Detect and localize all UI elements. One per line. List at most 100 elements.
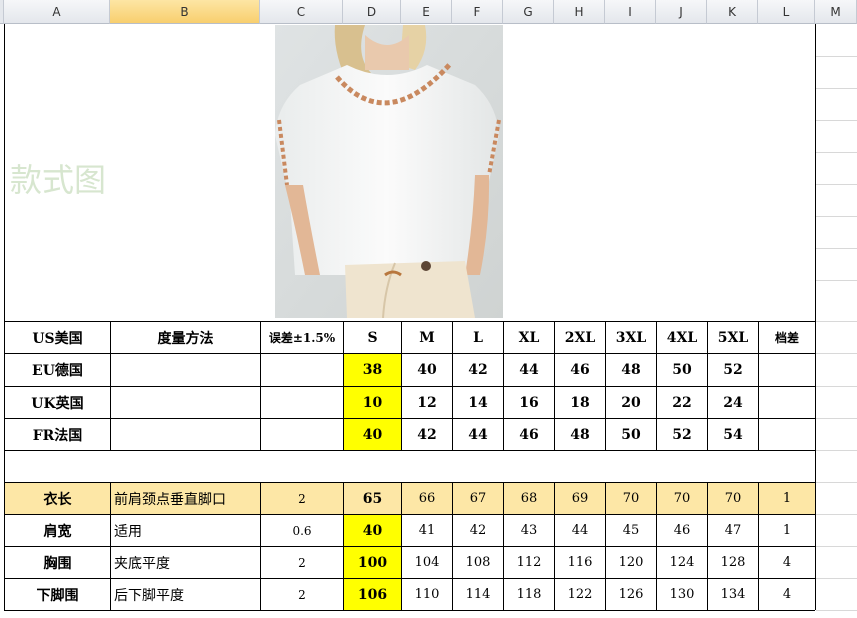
size-header-grade[interactable]: 档差	[759, 322, 815, 353]
size-row-value[interactable]: 22	[657, 387, 707, 418]
measure-value[interactable]: 40	[344, 515, 401, 546]
size-row-grade[interactable]	[759, 419, 815, 450]
column-header-k[interactable]: K	[707, 0, 758, 24]
column-header-f[interactable]: F	[452, 0, 503, 24]
size-row-method[interactable]	[111, 419, 260, 450]
measure-value[interactable]: 70	[657, 483, 707, 514]
measure-value[interactable]: 45	[606, 515, 656, 546]
measure-value[interactable]: 114	[453, 579, 503, 610]
size-header-m[interactable]: M	[402, 322, 452, 353]
size-row-value[interactable]: 14	[453, 387, 503, 418]
size-row-value[interactable]: 48	[606, 354, 656, 386]
column-header-l[interactable]: L	[758, 0, 815, 24]
measure-name[interactable]: 肩宽	[5, 515, 110, 546]
column-header-j[interactable]: J	[656, 0, 707, 24]
measure-value[interactable]: 110	[402, 579, 452, 610]
measure-value[interactable]: 118	[504, 579, 554, 610]
size-row-value[interactable]: 38	[344, 354, 401, 386]
measure-value[interactable]: 128	[708, 547, 758, 578]
size-row-method[interactable]	[111, 387, 260, 418]
size-row-value[interactable]: 46	[504, 419, 554, 450]
spreadsheet[interactable]: ABCDEFGHIJKLM US美国 度量方法 误差±1.5% S M L XL 2XL 3XL…	[0, 0, 857, 618]
size-row-region[interactable]: FR法国	[5, 419, 110, 450]
size-header-5xl[interactable]: 5XL	[708, 322, 758, 353]
size-header-4xl[interactable]: 4XL	[657, 322, 707, 353]
measure-value[interactable]: 67	[453, 483, 503, 514]
size-header-method[interactable]: 度量方法	[111, 322, 260, 353]
measure-value[interactable]: 134	[708, 579, 758, 610]
measure-value[interactable]: 112	[504, 547, 554, 578]
measure-value[interactable]: 44	[555, 515, 605, 546]
measure-name[interactable]: 衣长	[5, 483, 110, 514]
size-row-tolerance[interactable]	[261, 419, 343, 450]
size-header-l[interactable]: L	[453, 322, 503, 353]
column-header-a[interactable]: A	[4, 0, 110, 24]
size-row-grade[interactable]	[759, 354, 815, 386]
size-row-method[interactable]	[111, 354, 260, 386]
size-header-s[interactable]: S	[344, 322, 401, 353]
size-row-value[interactable]: 42	[402, 419, 452, 450]
size-row-tolerance[interactable]	[261, 387, 343, 418]
column-header-h[interactable]: H	[554, 0, 605, 24]
size-header-tolerance[interactable]: 误差±1.5%	[261, 322, 343, 353]
product-photo[interactable]	[275, 25, 503, 318]
measure-tolerance[interactable]: 2	[261, 579, 343, 610]
size-row-value[interactable]: 54	[708, 419, 758, 450]
size-row-value[interactable]: 50	[606, 419, 656, 450]
measure-grade[interactable]: 1	[759, 483, 815, 514]
size-row-region[interactable]: UK英国	[5, 387, 110, 418]
column-header-c[interactable]: C	[260, 0, 343, 24]
size-row-value[interactable]: 12	[402, 387, 452, 418]
column-header-b[interactable]: B	[110, 0, 260, 24]
measure-value[interactable]: 42	[453, 515, 503, 546]
measure-tolerance[interactable]: 0.6	[261, 515, 343, 546]
size-header-xl[interactable]: XL	[504, 322, 554, 353]
column-header-e[interactable]: E	[401, 0, 452, 24]
column-header-d[interactable]: D	[343, 0, 401, 24]
size-row-tolerance[interactable]	[261, 354, 343, 386]
size-row-value[interactable]: 48	[555, 419, 605, 450]
size-row-value[interactable]: 42	[453, 354, 503, 386]
size-row-region[interactable]: EU德国	[5, 354, 110, 386]
measure-tolerance[interactable]: 2	[261, 483, 343, 514]
measure-value[interactable]: 65	[344, 483, 401, 514]
size-row-value[interactable]: 52	[708, 354, 758, 386]
measure-value[interactable]: 100	[344, 547, 401, 578]
measure-value[interactable]: 46	[657, 515, 707, 546]
size-header-3xl[interactable]: 3XL	[606, 322, 656, 353]
column-header-g[interactable]: G	[503, 0, 554, 24]
measure-value[interactable]: 70	[606, 483, 656, 514]
size-row-value[interactable]: 52	[657, 419, 707, 450]
measure-value[interactable]: 43	[504, 515, 554, 546]
size-row-value[interactable]: 50	[657, 354, 707, 386]
measure-name[interactable]: 下脚围	[5, 579, 110, 610]
size-row-value[interactable]: 40	[402, 354, 452, 386]
measure-value[interactable]: 47	[708, 515, 758, 546]
measure-value[interactable]: 120	[606, 547, 656, 578]
measure-value[interactable]: 69	[555, 483, 605, 514]
measure-value[interactable]: 126	[606, 579, 656, 610]
measure-value[interactable]: 116	[555, 547, 605, 578]
measure-value[interactable]: 122	[555, 579, 605, 610]
size-header-2xl[interactable]: 2XL	[555, 322, 605, 353]
size-row-value[interactable]: 40	[344, 419, 401, 450]
column-header-m[interactable]: M	[815, 0, 857, 24]
measure-grade[interactable]: 4	[759, 579, 815, 610]
size-row-value[interactable]: 44	[504, 354, 554, 386]
measure-value[interactable]: 130	[657, 579, 707, 610]
measure-value[interactable]: 66	[402, 483, 452, 514]
measure-value[interactable]: 70	[708, 483, 758, 514]
measure-name[interactable]: 胸围	[5, 547, 110, 578]
measure-tolerance[interactable]: 2	[261, 547, 343, 578]
size-row-value[interactable]: 44	[453, 419, 503, 450]
size-row-value[interactable]: 24	[708, 387, 758, 418]
measure-value[interactable]: 68	[504, 483, 554, 514]
measure-grade[interactable]: 4	[759, 547, 815, 578]
size-row-value[interactable]: 16	[504, 387, 554, 418]
column-header-i[interactable]: I	[605, 0, 656, 24]
measure-method[interactable]: 后下脚平度	[111, 579, 260, 610]
measure-method[interactable]: 适用	[111, 515, 260, 546]
size-row-grade[interactable]	[759, 387, 815, 418]
measure-grade[interactable]: 1	[759, 515, 815, 546]
size-row-value[interactable]: 46	[555, 354, 605, 386]
